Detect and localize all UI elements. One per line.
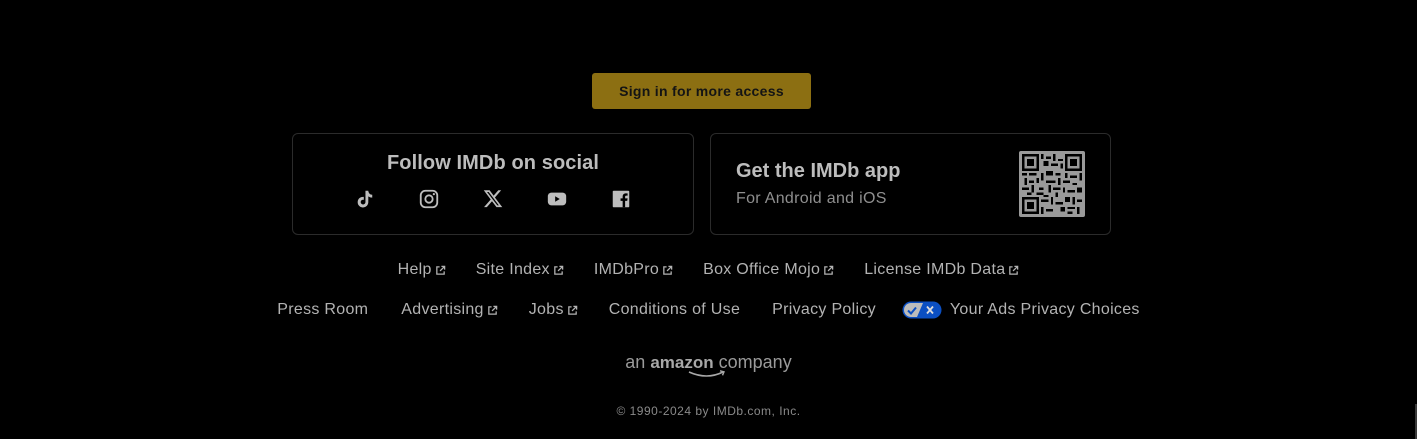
app-card[interactable]: Get the IMDb app For Android and iOS (710, 133, 1111, 235)
amazon-prefix: an (625, 352, 646, 372)
external-link-icon (553, 265, 564, 276)
sign-in-button[interactable]: Sign in for more access (592, 73, 811, 109)
ads-privacy-choices-link[interactable]: Your Ads Privacy Choices (902, 301, 1140, 319)
x-icon[interactable] (480, 186, 506, 212)
external-link-icon (1008, 265, 1019, 276)
footer-links-primary: Help Site Index IMDbPro Box Office Mojo … (0, 261, 1417, 279)
social-title: Follow IMDb on social (386, 152, 600, 174)
press-room-link[interactable]: Press Room (277, 301, 368, 319)
social-card: Follow IMDb on social (292, 133, 694, 235)
tiktok-icon[interactable] (352, 186, 378, 212)
imdbpro-link[interactable]: IMDbPro (594, 261, 673, 279)
external-link-icon (662, 265, 673, 276)
external-link-icon (435, 265, 446, 276)
amazon-suffix: company (718, 352, 792, 372)
box-office-mojo-link[interactable]: Box Office Mojo (703, 261, 834, 279)
qr-code-icon (1019, 151, 1085, 217)
privacy-choices-toggle-icon (902, 301, 942, 319)
amazon-smile-icon (688, 370, 725, 377)
advertising-link[interactable]: Advertising (401, 301, 498, 319)
external-link-icon (823, 265, 834, 276)
footer-links-secondary: Press Room Advertising Jobs Conditions o… (0, 301, 1417, 319)
help-link[interactable]: Help (398, 261, 446, 279)
license-imdb-data-link[interactable]: License IMDb Data (864, 261, 1019, 279)
site-index-link[interactable]: Site Index (476, 261, 564, 279)
external-link-icon (567, 305, 578, 316)
app-subtitle: For Android and iOS (736, 190, 887, 207)
app-title: Get the IMDb app (736, 160, 901, 182)
conditions-of-use-link[interactable]: Conditions of Use (609, 301, 740, 319)
instagram-icon[interactable] (416, 186, 442, 212)
social-icons (293, 186, 693, 216)
copyright-text: © 1990-2024 by IMDb.com, Inc. (616, 404, 801, 418)
amazon-company-logo[interactable]: an amazon company (0, 352, 1417, 378)
jobs-link[interactable]: Jobs (529, 301, 578, 319)
facebook-icon[interactable] (608, 186, 634, 212)
youtube-icon[interactable] (544, 186, 570, 212)
external-link-icon (487, 305, 498, 316)
privacy-policy-link[interactable]: Privacy Policy (772, 301, 876, 319)
